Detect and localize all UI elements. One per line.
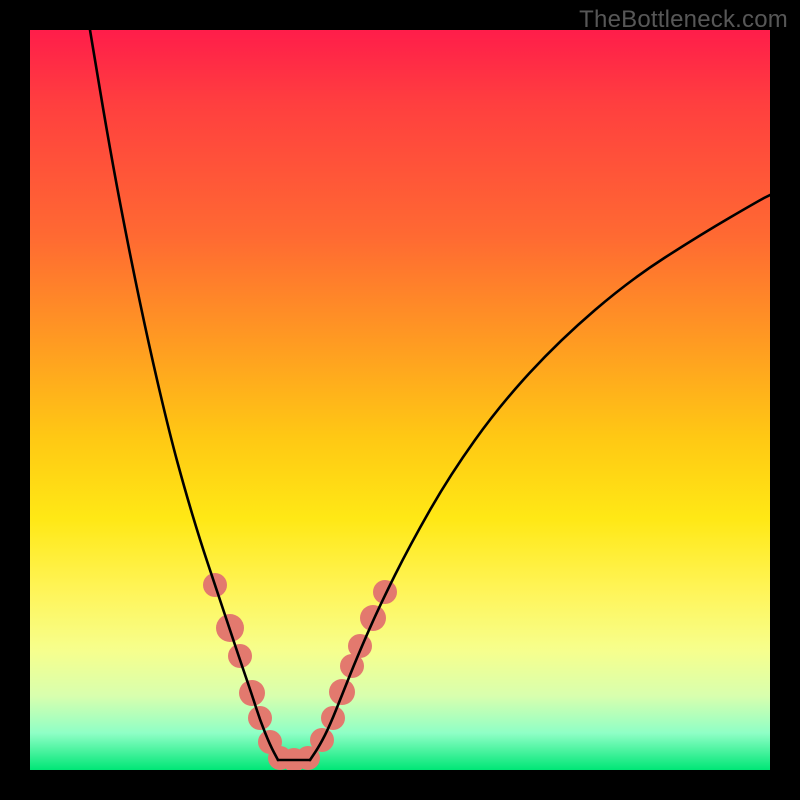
outer-frame: TheBottleneck.com <box>0 0 800 800</box>
chart-svg <box>30 30 770 770</box>
plot-area <box>30 30 770 770</box>
curve-right <box>310 195 770 760</box>
watermark-text: TheBottleneck.com <box>579 6 788 34</box>
data-marker <box>373 580 397 604</box>
data-marker-group <box>203 573 397 770</box>
data-marker <box>348 634 372 658</box>
